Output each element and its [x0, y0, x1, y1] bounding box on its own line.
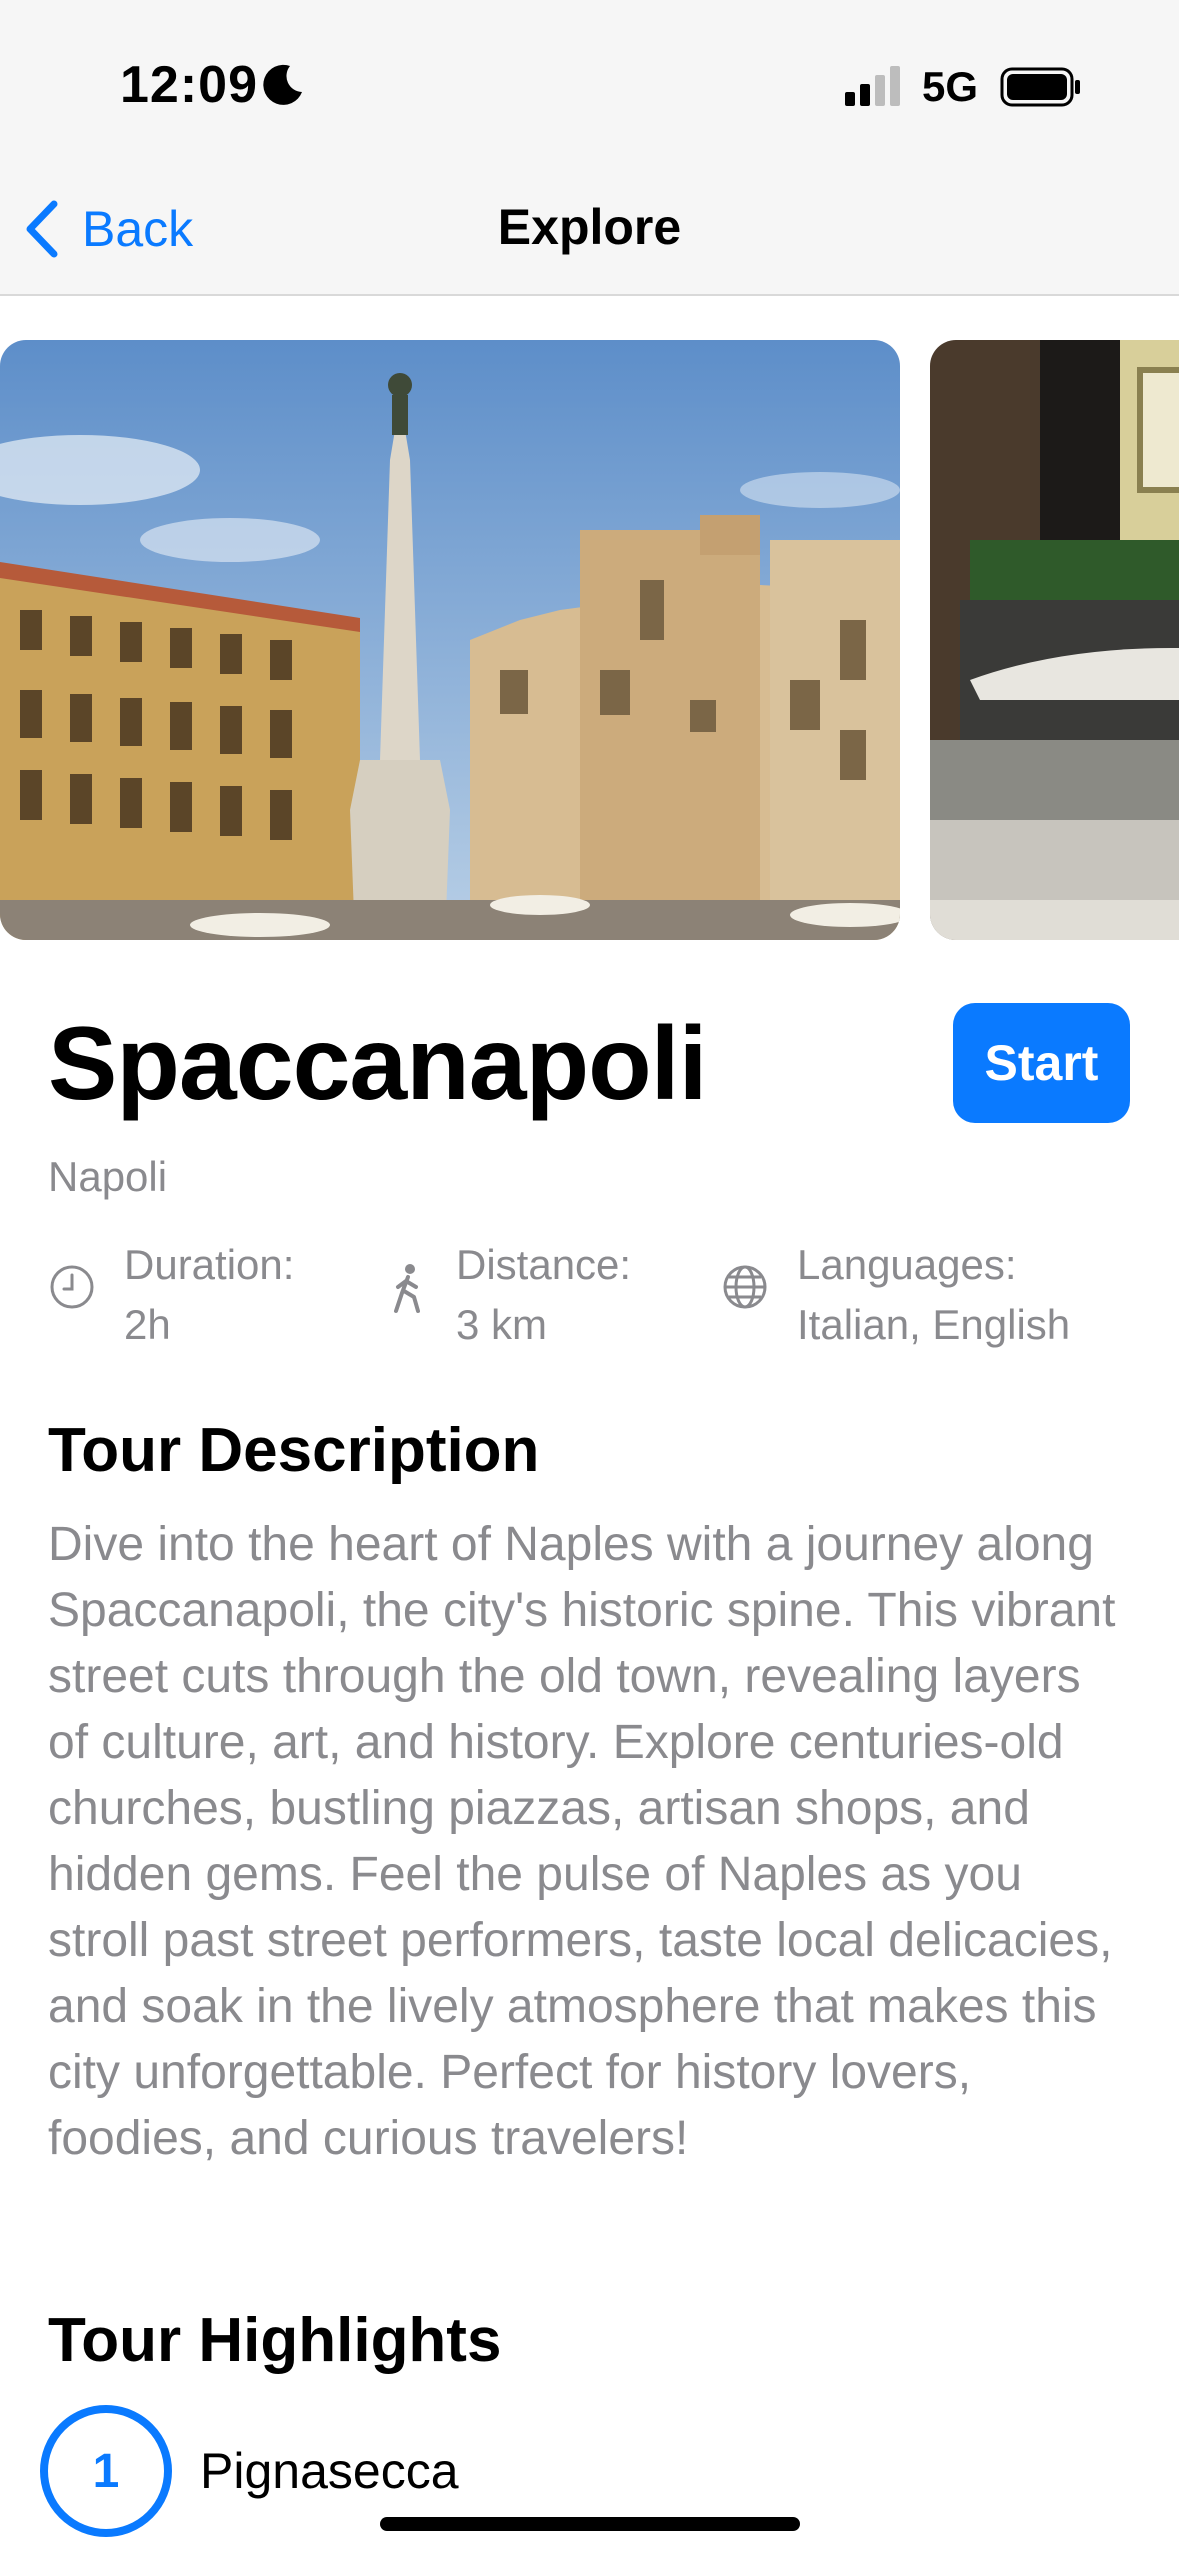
languages-value: Italian, English	[797, 1301, 1071, 1348]
tour-city: Napoli	[48, 1153, 168, 1200]
distance-label: Distance:	[456, 1241, 632, 1288]
tour-photo[interactable]	[930, 340, 1179, 940]
distance-stat: Distance: 3 km	[388, 1235, 631, 1355]
languages-stat: Languages: Italian, English	[721, 1235, 1070, 1355]
duration-label: Duration:	[124, 1241, 295, 1288]
languages-label: Languages:	[797, 1241, 1017, 1288]
tour-stats: Duration: 2h Distance: 3 km Languages: I…	[48, 1235, 1148, 1355]
spaccanapoli-photo	[0, 340, 900, 940]
home-indicator[interactable]	[380, 2517, 800, 2531]
tour-title: Spaccanapoli	[48, 1006, 707, 1122]
walking-icon	[394, 1264, 420, 1313]
highlight-name: Pignasecca	[200, 2443, 459, 2499]
highlights-heading: Tour Highlights	[48, 2306, 502, 2375]
description-heading: Tour Description	[48, 1416, 540, 1485]
street-detail-photo	[930, 340, 1179, 940]
photo-gallery[interactable]	[0, 340, 1179, 940]
navigation-bar: Back Explore	[0, 160, 1179, 296]
nav-title: Explore	[497, 199, 682, 255]
tour-photo[interactable]	[0, 340, 900, 940]
start-button[interactable]: Start	[953, 1003, 1130, 1123]
network-type: 5G	[922, 63, 979, 110]
clock-icon	[50, 1265, 94, 1309]
highlight-number-badge: 1	[40, 2405, 172, 2537]
duration-value: 2h	[124, 1301, 171, 1348]
status-time: 12:09	[120, 56, 258, 114]
moon-icon	[263, 64, 302, 105]
signal-icon	[845, 66, 900, 106]
globe-icon	[723, 1265, 767, 1309]
status-bar: 12:09 5G	[0, 0, 1179, 160]
distance-value: 3 km	[456, 1301, 548, 1348]
battery-icon	[1000, 67, 1080, 107]
tour-description: Dive into the heart of Naples with a jou…	[48, 1518, 1116, 2165]
duration-stat: Duration: 2h	[48, 1235, 294, 1355]
